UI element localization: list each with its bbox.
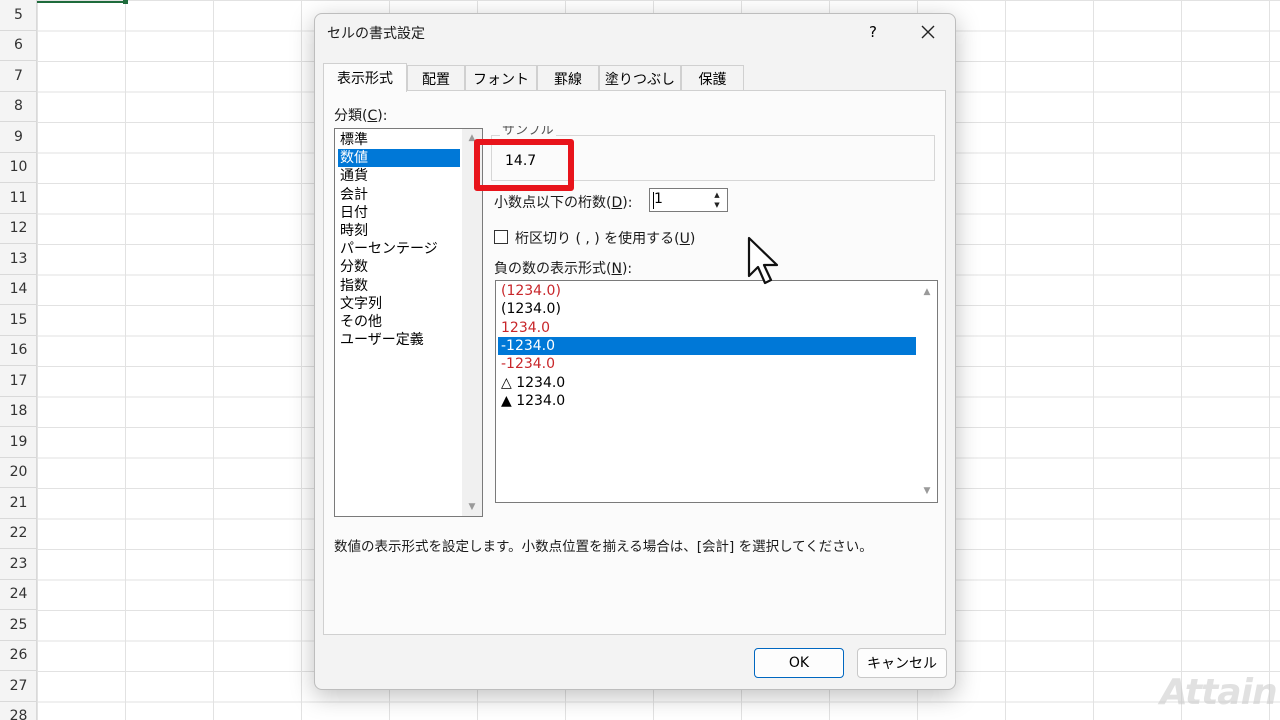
- scroll-down-icon[interactable]: ▼: [917, 483, 937, 499]
- row-header[interactable]: 19: [0, 427, 37, 458]
- help-button[interactable]: ?: [863, 20, 883, 44]
- close-icon: [921, 25, 935, 39]
- row-header[interactable]: 7: [0, 61, 37, 92]
- row-header[interactable]: 25: [0, 610, 37, 641]
- ok-button[interactable]: OK: [754, 648, 844, 678]
- row-header[interactable]: 16: [0, 336, 37, 366]
- row-header[interactable]: 22: [0, 519, 37, 549]
- negative-format-item[interactable]: -1234.0: [498, 336, 916, 355]
- format-cells-dialog: セルの書式設定 ? 表示形式 配置 フォント 罫線 塗りつぶし 保護 分類(C)…: [314, 13, 956, 690]
- row-headers: 5 6 7 8 9 10 11 12 13 14 15 16 17 18 19 20 21 22 23 24 25 26 2…: [0, 0, 37, 720]
- tab-number-format[interactable]: 表示形式: [323, 63, 407, 92]
- tab-fill[interactable]: 塗りつぶし: [599, 65, 681, 91]
- negative-format-item[interactable]: ▲ 1234.0: [498, 392, 916, 410]
- decimal-places-label: 小数点以下の桁数(D):: [494, 195, 633, 211]
- row-header[interactable]: 5: [0, 0, 37, 31]
- negative-format-listbox[interactable]: (1234.0) (1234.0) 1234.0 -1234.0 -1234.0 △ 12…: [495, 280, 938, 503]
- category-item[interactable]: 文字列: [338, 295, 460, 313]
- number-format-panel: 分類(C): 標準 数値 通貨 会計 日付 時刻 パーセンテージ 分数 指数 文字列 その他 ユーザー…: [323, 90, 946, 635]
- row-header[interactable]: 23: [0, 549, 37, 580]
- scroll-down-icon[interactable]: ▼: [462, 499, 482, 515]
- row-header[interactable]: 18: [0, 397, 37, 427]
- category-item[interactable]: ユーザー定義: [338, 331, 460, 349]
- spin-down-icon[interactable]: ▼: [709, 200, 725, 210]
- decimal-places-value[interactable]: 1: [654, 191, 663, 207]
- row-header[interactable]: 28: [0, 702, 37, 720]
- category-item[interactable]: 日付: [338, 204, 460, 222]
- row-header[interactable]: 9: [0, 122, 37, 153]
- row-header[interactable]: 6: [0, 31, 37, 61]
- category-item[interactable]: 会計: [338, 186, 460, 204]
- category-item[interactable]: 標準: [338, 131, 460, 149]
- highlight-box: [474, 139, 574, 191]
- negative-format-item[interactable]: (1234.0): [498, 300, 916, 318]
- category-item[interactable]: 数値: [338, 149, 460, 168]
- row-header[interactable]: 17: [0, 366, 37, 397]
- close-button[interactable]: [915, 20, 941, 44]
- category-label: 分類(C):: [334, 108, 388, 124]
- category-item[interactable]: 通貨: [338, 167, 460, 185]
- row-header[interactable]: 26: [0, 641, 37, 671]
- row-header[interactable]: 8: [0, 92, 37, 122]
- negative-scrollbar[interactable]: ▲ ▼: [917, 281, 937, 502]
- row-header[interactable]: 10: [0, 153, 37, 183]
- thousands-separator-checkbox[interactable]: [494, 230, 508, 244]
- active-cell-border: [37, 0, 125, 3]
- row-header[interactable]: 20: [0, 458, 37, 488]
- negative-format-item[interactable]: -1234.0: [498, 355, 916, 373]
- negative-format-item[interactable]: 1234.0: [498, 319, 916, 337]
- row-header[interactable]: 14: [0, 275, 37, 305]
- category-item[interactable]: 時刻: [338, 222, 460, 240]
- row-header[interactable]: 13: [0, 244, 37, 275]
- category-listbox[interactable]: 標準 数値 通貨 会計 日付 時刻 パーセンテージ 分数 指数 文字列 その他 ユーザー定義 ▲ ▼: [334, 128, 483, 517]
- tab-font[interactable]: フォント: [465, 65, 537, 91]
- spin-up-icon[interactable]: ▲: [709, 190, 725, 200]
- thousands-separator-label[interactable]: 桁区切り ( , ) を使用する(U): [515, 228, 695, 248]
- tab-protection[interactable]: 保護: [681, 65, 744, 91]
- fill-handle[interactable]: [123, 0, 128, 4]
- category-item[interactable]: その他: [338, 313, 460, 331]
- text-caret: [653, 192, 654, 209]
- row-header[interactable]: 15: [0, 305, 37, 336]
- negative-format-item[interactable]: (1234.0): [498, 282, 916, 300]
- decimal-places-spinner[interactable]: 1 ▲ ▼: [649, 188, 728, 212]
- cancel-button[interactable]: キャンセル: [857, 648, 947, 678]
- category-item[interactable]: パーセンテージ: [338, 240, 460, 258]
- row-header[interactable]: 24: [0, 580, 37, 610]
- tab-alignment[interactable]: 配置: [407, 65, 465, 91]
- mouse-pointer-icon: [747, 236, 779, 285]
- row-header[interactable]: 11: [0, 183, 37, 214]
- sample-label: サンプル: [500, 126, 556, 138]
- row-header[interactable]: 27: [0, 671, 37, 702]
- row-header[interactable]: 21: [0, 488, 37, 519]
- category-item[interactable]: 分数: [338, 258, 460, 276]
- format-description: 数値の表示形式を設定します。小数点位置を揃える場合は、[会計] を選択してくださ…: [334, 539, 873, 555]
- dialog-title: セルの書式設定: [327, 26, 425, 42]
- category-item[interactable]: 指数: [338, 277, 460, 295]
- negative-format-item[interactable]: △ 1234.0: [498, 374, 916, 392]
- tab-border[interactable]: 罫線: [537, 65, 599, 91]
- scroll-up-icon[interactable]: ▲: [917, 284, 937, 300]
- negative-numbers-label: 負の数の表示形式(N):: [494, 261, 633, 277]
- row-header[interactable]: 12: [0, 214, 37, 244]
- logo-watermark: Attain: [1160, 672, 1278, 713]
